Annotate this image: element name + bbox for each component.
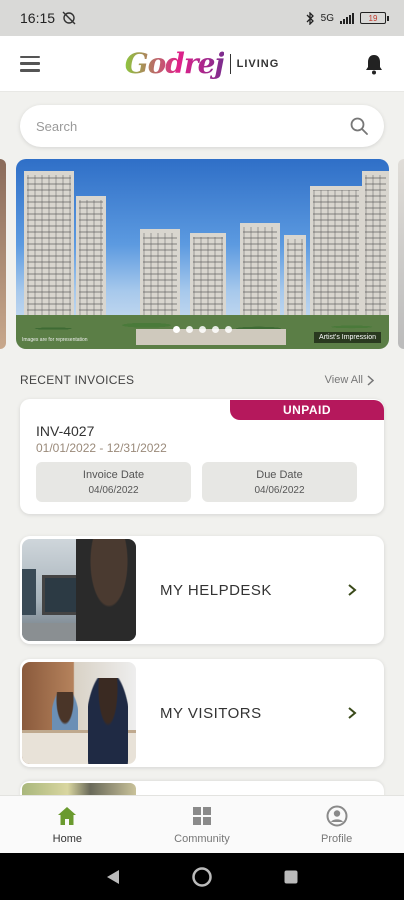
carousel-dots [16,326,389,333]
nav-community[interactable]: Community [152,805,252,845]
home-icon [58,806,77,825]
view-all-label: View All [324,374,363,386]
invoices-section-header: RECENT INVOICES View All [20,373,374,387]
visitors-image [22,662,136,764]
my-helpdesk-card[interactable]: MY HELPDESK [20,536,384,644]
search-bar[interactable] [20,105,384,147]
carousel-next-slide[interactable] [398,159,404,349]
helpdesk-image [22,539,136,641]
chevron-right-icon [348,707,357,719]
carousel-slide[interactable]: Images are for representation Artist's I… [16,159,389,349]
invoice-date-value: 04/06/2022 [88,484,139,496]
carousel-dot[interactable] [199,326,206,333]
invoices-section-title: RECENT INVOICES [20,373,135,387]
profile-icon [326,805,348,826]
bottom-nav: Home Community Profile [0,795,404,853]
carousel-dot[interactable] [173,326,180,333]
carousel-prev-slide[interactable] [0,159,6,349]
carousel-dot[interactable] [186,326,193,333]
app-logo: Godrej LIVING [125,47,280,80]
invoice-period: 01/01/2022 - 12/31/2022 [36,441,167,455]
battery-level: 19 [368,13,378,23]
carousel-dot[interactable] [225,326,232,333]
menu-icon[interactable] [20,55,40,72]
logo-word: LIVING [236,57,280,70]
app-header: Godrej LIVING [0,36,404,92]
status-badge: UNPAID [230,400,384,420]
battery-icon: 19 [360,12,389,24]
nav-profile-label: Profile [321,832,353,845]
home-button-icon[interactable] [191,866,213,888]
signal-icon [340,12,354,24]
invoice-card[interactable]: UNPAID INV-4027 01/01/2022 - 12/31/2022 … [20,399,384,514]
my-visitors-card[interactable]: MY VISITORS [20,659,384,767]
status-time: 16:15 [20,10,56,26]
notification-bell-icon[interactable] [364,53,384,75]
logo-script: Godrej [124,47,225,80]
due-date-value: 04/06/2022 [254,484,305,496]
search-input[interactable] [36,118,350,134]
status-bar: 16:15 5G 19 [0,0,404,36]
network-type: 5G [320,12,334,24]
bluetooth-icon [306,11,314,25]
slide-caption: Artist's Impression [314,332,381,343]
grid-icon [192,806,211,825]
slide-credit: Images are for representation [22,337,88,343]
banner-carousel[interactable]: Images are for representation Artist's I… [0,159,404,351]
visitors-label: MY VISITORS [160,704,262,722]
nav-profile[interactable]: Profile [287,805,387,845]
back-icon[interactable] [105,868,121,886]
chevron-right-icon [348,584,357,596]
nav-home[interactable]: Home [17,805,117,845]
search-icon[interactable] [350,117,368,135]
recents-icon[interactable] [283,869,299,885]
carousel-dot[interactable] [212,326,219,333]
logo-divider [229,53,231,74]
view-all-link[interactable]: View All [325,374,374,386]
helpdesk-label: MY HELPDESK [160,581,272,599]
chevron-right-icon [367,374,374,386]
invoice-date-box: Invoice Date 04/06/2022 [36,462,191,502]
nav-home-label: Home [52,832,82,845]
invoice-number: INV-4027 [36,423,95,439]
invoice-date-label: Invoice Date [82,468,145,481]
nav-community-label: Community [174,832,230,845]
due-date-box: Due Date 04/06/2022 [202,462,357,502]
system-nav-bar [0,853,404,900]
due-date-label: Due Date [256,468,303,481]
sync-off-icon [62,11,76,25]
